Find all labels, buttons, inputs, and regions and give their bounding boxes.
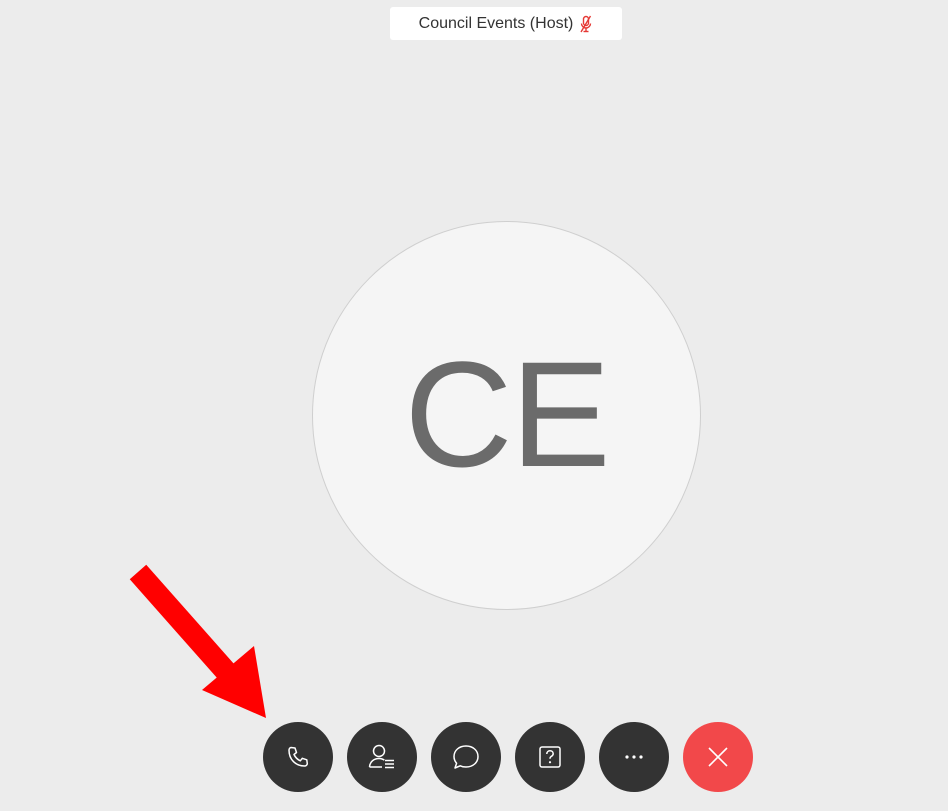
ellipsis-icon (625, 755, 643, 759)
audio-button[interactable] (263, 722, 333, 792)
question-icon (539, 746, 561, 768)
more-button[interactable] (599, 722, 669, 792)
participants-button[interactable] (347, 722, 417, 792)
chat-button[interactable] (431, 722, 501, 792)
close-x-icon (708, 747, 728, 767)
chat-bubble-icon (453, 745, 479, 769)
meeting-title-bar: Council Events (Host) (390, 7, 622, 40)
end-meeting-button[interactable] (683, 722, 753, 792)
muted-microphone-icon (579, 15, 593, 33)
meeting-title: Council Events (Host) (418, 14, 574, 32)
phone-icon (288, 746, 309, 767)
avatar-initials: CE (404, 330, 610, 498)
red-arrow-icon (129, 564, 266, 718)
meeting-toolbar (263, 722, 753, 792)
participant-avatar: CE (312, 221, 701, 610)
meeting-stage: Council Events (Host) CE (4, 0, 948, 811)
participants-list-icon (368, 744, 394, 769)
qa-button[interactable] (515, 722, 585, 792)
